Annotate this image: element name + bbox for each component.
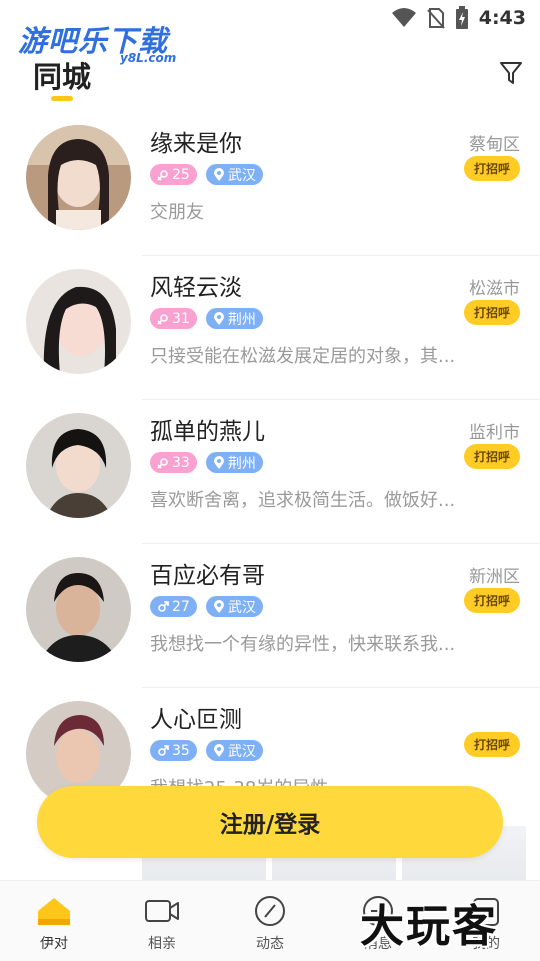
female-icon — [157, 457, 168, 469]
avatar[interactable] — [26, 269, 131, 374]
filter-icon — [500, 62, 522, 84]
compass-icon — [255, 896, 285, 926]
location-pin-icon — [213, 599, 224, 613]
user-district: 松滋市 — [469, 279, 520, 299]
age-tag: 27 — [150, 596, 197, 617]
greet-button[interactable]: 打招呼 — [464, 300, 520, 325]
city-tag: 荆州 — [205, 452, 263, 473]
watermark-corner-text: 大玩客 — [360, 901, 498, 952]
user-tags: 31 荆州 — [150, 308, 263, 329]
age-tag: 25 — [150, 164, 197, 185]
user-row[interactable]: 缘来是你 25 武汉 交朋友 蔡甸区 打招呼 — [0, 112, 540, 256]
female-icon — [157, 169, 168, 181]
video-icon — [145, 900, 179, 922]
tab-yidui[interactable]: 伊对 — [0, 881, 108, 961]
avatar[interactable] — [26, 557, 131, 662]
greet-button[interactable]: 打招呼 — [464, 732, 520, 757]
user-name: 风轻云淡 — [150, 275, 242, 301]
greet-button[interactable]: 打招呼 — [464, 444, 520, 469]
city-tag: 武汉 — [205, 596, 263, 617]
tab-label: 相亲 — [148, 936, 176, 952]
no-sim-icon — [426, 8, 445, 29]
user-list: 缘来是你 25 武汉 交朋友 蔡甸区 打招呼 风轻云淡 31 荆州 只接受能在松… — [0, 112, 540, 832]
register-login-button[interactable]: 注册/登录 — [37, 786, 503, 858]
city-tag: 荆州 — [205, 308, 263, 329]
avatar[interactable] — [26, 125, 131, 230]
page-title: 同城 — [33, 60, 92, 94]
user-tags: 35 武汉 — [150, 740, 263, 761]
user-row[interactable]: 孤单的燕儿 33 荆州 喜欢断舍离，追求极简生活。做饭好... 监利市 打招呼 — [0, 400, 540, 544]
location-pin-icon — [213, 311, 224, 325]
user-district: 新洲区 — [469, 567, 520, 587]
status-time: 4:43 — [478, 7, 526, 29]
location-pin-icon — [213, 743, 224, 757]
user-name: 人心叵测 — [150, 707, 242, 733]
age-tag: 31 — [150, 308, 197, 329]
watermark-logo-sub: y8L.com — [120, 51, 177, 65]
user-name: 缘来是你 — [150, 131, 242, 157]
tab-xiangqin[interactable]: 相亲 — [108, 881, 216, 961]
user-bio: 只接受能在松滋发展定居的对象，其... — [150, 346, 456, 367]
user-tags: 33 荆州 — [150, 452, 263, 473]
wifi-icon — [391, 8, 416, 27]
city-tag: 武汉 — [205, 740, 263, 761]
greet-button[interactable]: 打招呼 — [464, 588, 520, 613]
location-pin-icon — [213, 167, 224, 181]
user-row[interactable]: 风轻云淡 31 荆州 只接受能在松滋发展定居的对象，其... 松滋市 打招呼 — [0, 256, 540, 400]
location-pin-icon — [213, 455, 224, 469]
user-row[interactable]: 百应必有哥 27 武汉 我想找一个有缘的异性，快来联系我... 新洲区 打招呼 — [0, 544, 540, 688]
user-name: 孤单的燕儿 — [150, 419, 265, 445]
user-bio: 喜欢断舍离，追求极简生活。做饭好... — [150, 490, 456, 511]
city-tag: 武汉 — [205, 164, 263, 185]
age-tag: 35 — [150, 740, 197, 761]
avatar[interactable] — [26, 413, 131, 518]
tab-label: 动态 — [256, 936, 284, 952]
user-district: 蔡甸区 — [469, 135, 520, 155]
user-tags: 25 武汉 — [150, 164, 263, 185]
user-district: 监利市 — [469, 423, 520, 443]
tab-label: 伊对 — [40, 936, 68, 952]
title-underline — [51, 96, 73, 101]
user-tags: 27 武汉 — [150, 596, 263, 617]
user-bio: 我想找一个有缘的异性，快来联系我... — [150, 634, 456, 655]
filter-button[interactable] — [496, 58, 526, 88]
female-icon — [157, 313, 168, 325]
tab-dongtai[interactable]: 动态 — [216, 881, 324, 961]
user-name: 百应必有哥 — [150, 563, 265, 589]
age-tag: 33 — [150, 452, 197, 473]
greet-button[interactable]: 打招呼 — [464, 156, 520, 181]
male-icon — [158, 600, 169, 612]
home-icon — [38, 898, 70, 925]
user-bio: 交朋友 — [150, 202, 204, 223]
male-icon — [158, 744, 169, 756]
battery-icon — [455, 6, 468, 29]
